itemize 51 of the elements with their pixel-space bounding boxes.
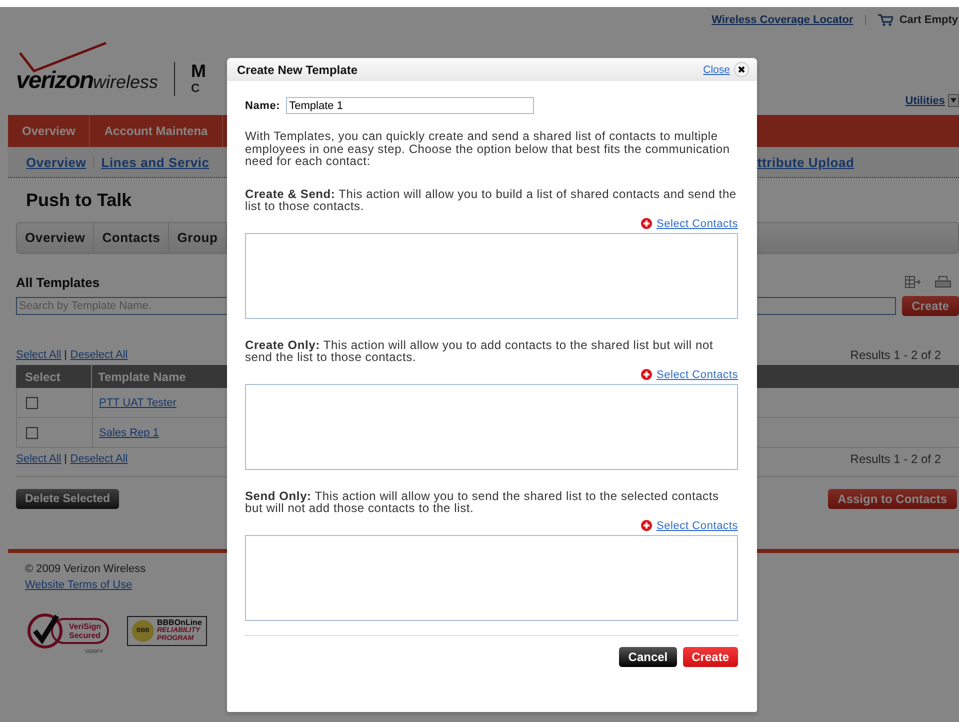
assign-button[interactable]: Assign to Contacts	[828, 489, 957, 509]
subnav-link[interactable]: Lines and Servic	[101, 154, 210, 170]
template-link[interactable]: Sales Rep 1	[99, 426, 159, 438]
checkbox[interactable]	[26, 396, 38, 408]
checkbox[interactable]	[26, 426, 38, 438]
option-description: Create & Send: This action will allow you to build a list of shared contacts and send the list to those contacts.	[245, 188, 738, 212]
caret-icon[interactable]	[948, 94, 959, 107]
select-all-link[interactable]: Select All	[16, 349, 62, 361]
add-icon[interactable]	[641, 369, 652, 380]
intro-text: With Templates, you can quickly create and send a shared list of contacts to multiple employees in one easy step. Choose the option below that best fits the communication need for each contact:	[245, 130, 731, 168]
name-label: Name:	[245, 100, 280, 112]
select-contacts-link[interactable]: Select Contacts	[656, 368, 738, 380]
site-title: M	[191, 61, 206, 81]
results-count: Results 1 - 2 of 2	[850, 452, 941, 466]
cart-status[interactable]: Cart Empty	[899, 14, 958, 26]
page-title: Push to Talk	[25, 189, 132, 212]
cart-icon	[878, 14, 894, 26]
option-description: Send Only: This action will allow you to send the shared list to the selected contacts but will not add those contacts to the list.	[245, 490, 720, 514]
results-count: Results 1 - 2 of 2	[850, 348, 941, 362]
print-icon[interactable]	[935, 276, 951, 288]
create-button[interactable]: Create	[682, 646, 738, 666]
subnav-link[interactable]: ttribute Upload	[757, 154, 854, 170]
column-header: Select	[16, 365, 92, 388]
add-icon[interactable]	[641, 520, 652, 531]
utilities-menu[interactable]: Utilities	[905, 94, 945, 106]
add-icon[interactable]	[641, 218, 652, 229]
subnav-link[interactable]: Overview	[26, 154, 86, 170]
delete-button[interactable]: Delete Selected	[16, 489, 120, 509]
create-button[interactable]: Create	[902, 296, 959, 316]
coverage-link[interactable]: Wireless Coverage Locator	[712, 14, 854, 26]
option-description: Create Only: This action will allow you to add contacts to the shared list but will not send the list to those contacts.	[245, 338, 714, 364]
cancel-button[interactable]: Cancel	[619, 646, 677, 666]
tab[interactable]: Overview	[17, 223, 94, 253]
column-header: Template Name	[97, 370, 186, 384]
name-field[interactable]: Template 1	[286, 97, 534, 114]
terms-link[interactable]: Website Terms of Use	[25, 579, 132, 591]
deselect-all-link[interactable]: Deselect All	[70, 349, 128, 361]
dialog-title: Create New Template	[237, 62, 358, 76]
select-all-link[interactable]: Select All	[16, 453, 62, 465]
deselect-all-link[interactable]: Deselect All	[70, 453, 128, 465]
tab[interactable]: Contacts	[94, 223, 170, 253]
export-icon[interactable]	[905, 276, 921, 288]
close-link[interactable]: Close	[703, 64, 730, 76]
select-contacts-link[interactable]: Select Contacts	[656, 520, 738, 532]
select-contacts-link[interactable]: Select Contacts	[656, 218, 738, 230]
template-link[interactable]: PTT UAT Tester	[99, 396, 176, 408]
section-title: All Templates	[16, 274, 100, 290]
copyright-text: © 2009 Verizon Wireless	[25, 563, 147, 575]
verizon-logo: verizonwireless	[16, 41, 158, 95]
close-icon[interactable]	[734, 62, 749, 77]
site-subtitle: C	[191, 81, 201, 95]
